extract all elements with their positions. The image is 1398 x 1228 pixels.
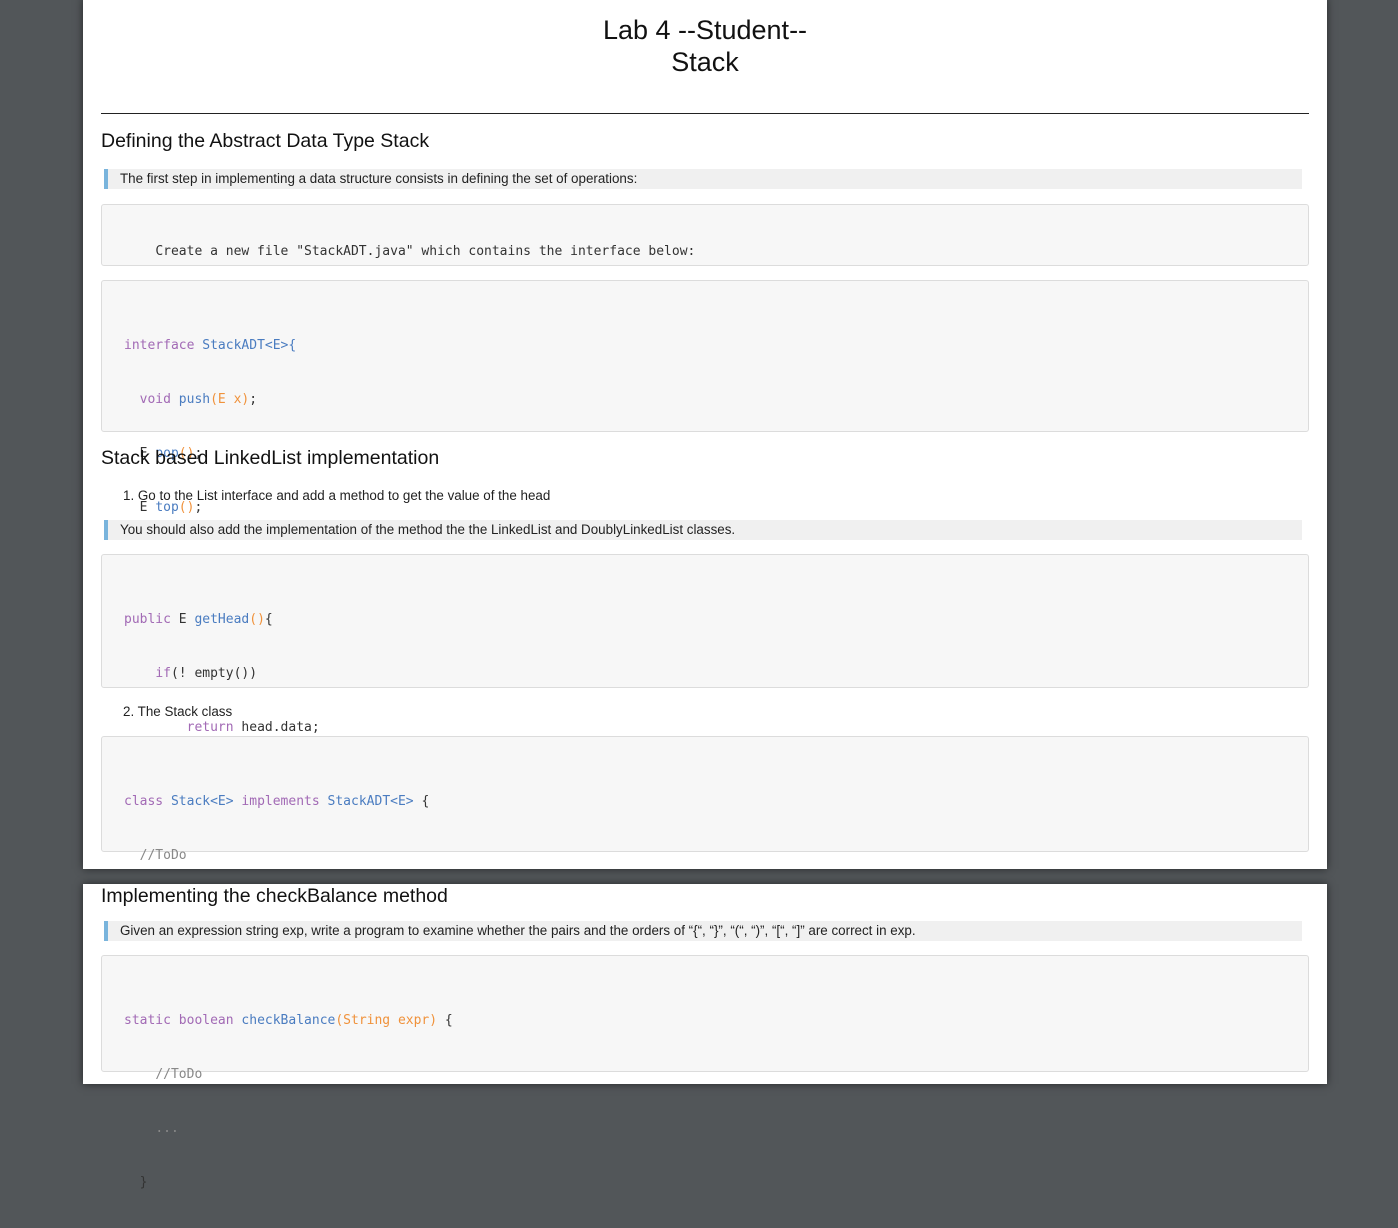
code-line: //ToDo [139,848,187,863]
code-block-checkbalance: static boolean checkBalance(String expr)… [101,955,1309,1190]
code-line: ... [155,1121,179,1136]
pdf-page-2: Implementing the checkBalance method Giv… [83,884,1327,1190]
code-line: class Stack<E> implements StackADT<E> { [124,794,430,809]
instruction-box: Create a new file "StackADT.java" which … [101,204,1309,266]
section-heading-checkbalance: Implementing the checkBalance method [101,885,448,907]
code-line: //ToDo [155,1067,203,1082]
list-item-1: 1. Go to the List interface and add a me… [123,488,551,503]
title-line-2: Stack [671,47,739,77]
document-title: Lab 4 --Student-- Stack [83,14,1327,78]
code-line: static boolean checkBalance(String expr)… [124,1013,453,1028]
title-divider [101,113,1309,114]
code-block-stack-class: class Stack<E> implements StackADT<E> { … [101,736,1309,971]
section-heading-adt: Defining the Abstract Data Type Stack [101,130,430,152]
section-heading-linkedlist: Stack based LinkedList implementation [101,447,440,469]
title-line-1: Lab 4 --Student-- [602,15,808,45]
code-line: public E getHead(){ [124,612,273,627]
blockquote-checkbalance-note: Given an expression string exp, write a … [104,921,1302,941]
code-line: } [139,1175,148,1190]
list-item-2: 2. The Stack class [123,704,233,719]
code-line: return head.data; [186,720,320,735]
instruction-text: Create a new file "StackADT.java" which … [155,244,696,259]
code-line: interface StackADT<E>{ [124,338,297,353]
blockquote-implementation-note: You should also add the implementation o… [104,520,1302,540]
code-block-stackadt: interface StackADT<E>{ void push(E x); E… [101,280,1309,623]
code-line: void push(E x); [139,392,258,407]
blockquote-operations-note: The first step in implementing a data st… [104,169,1302,189]
code-line: if(! empty()) [155,666,258,681]
code-block-gethead: public E getHead(){ if(! empty()) return… [101,554,1309,843]
pdf-page-1: Lab 4 --Student-- Stack Defining the Abs… [83,0,1327,971]
